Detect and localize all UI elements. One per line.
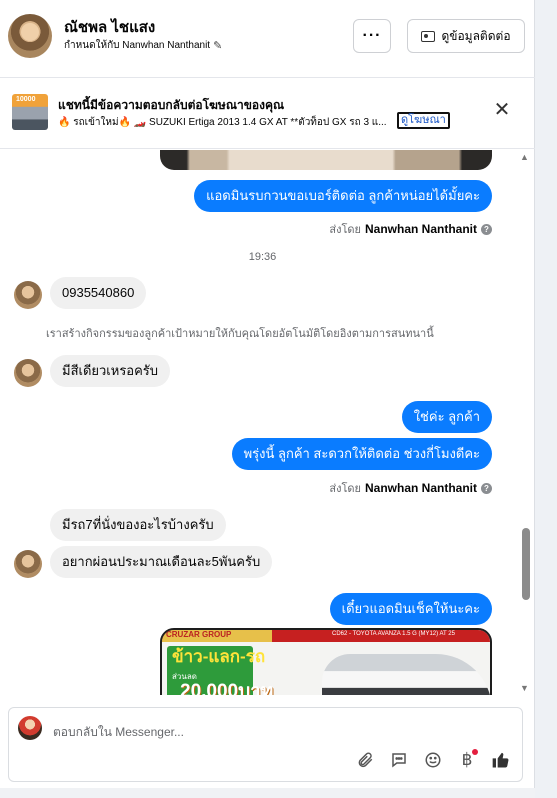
ad-banner-description: 🔥 รถเข้าใหม่🔥 🏎️ SUZUKI Ertiga 2013 1.4 … bbox=[58, 117, 387, 128]
assigned-label: กำหนดให้กับ Nanwhan Nanthanit bbox=[64, 40, 211, 51]
close-banner-icon[interactable]: ✕ bbox=[492, 100, 512, 120]
info-icon[interactable]: ? bbox=[481, 482, 492, 494]
scroll-down-arrow-icon[interactable]: ▼ bbox=[520, 683, 529, 693]
message-thread: แอดมินรบกวนขอเบอร์ติดต่อ ลูกค้าหน่อยได้ม… bbox=[0, 150, 535, 695]
message-bubble-outgoing[interactable]: เดี๋ยวแอดมินเช็คให้นะคะ bbox=[329, 593, 492, 625]
scrollbar-thumb[interactable] bbox=[522, 528, 530, 600]
ad-thumbnail[interactable]: 10000 bbox=[12, 94, 48, 130]
previous-image-message[interactable] bbox=[160, 150, 492, 170]
system-notice: เราสร้างกิจกรรมของลูกค้าเป้าหมายให้กับคุ… bbox=[46, 328, 434, 340]
more-options-button[interactable]: ··· bbox=[353, 19, 391, 53]
promo-price: 20,000บาท bbox=[180, 681, 274, 695]
ad-banner-title: แชทนี้มีข้อความตอบกลับต่อโฆษณาของคุณ bbox=[58, 98, 285, 112]
notification-dot bbox=[472, 749, 478, 755]
sent-by-label: ส่งโดย Nanwhan Nanthanit ? bbox=[329, 479, 492, 497]
promo-car-image bbox=[322, 654, 490, 695]
message-bubble-incoming[interactable]: มีสีเดียวเหรอครับ bbox=[50, 355, 171, 387]
emoji-icon[interactable] bbox=[422, 749, 444, 771]
contact-name[interactable]: ณัชพล ไชแสง bbox=[64, 15, 155, 39]
view-contact-label: ดูข้อมูลติดต่อ bbox=[441, 28, 511, 43]
contact-card-icon bbox=[421, 30, 436, 42]
contact-avatar[interactable] bbox=[8, 14, 52, 58]
chat-panel: ณัชพล ไชแสง กำหนดให้กับ Nanwhan Nanthani… bbox=[0, 0, 535, 798]
sent-by-name[interactable]: Nanwhan Nanthanit bbox=[365, 222, 477, 236]
promo-image-message[interactable]: CD62 - TOYOTA AVANZA 1.5 G (MY12) AT 25 … bbox=[160, 628, 492, 695]
message-bubble-incoming[interactable]: มีรถ7ที่นั่งของอะไรบ้างครับ bbox=[50, 509, 226, 541]
right-side-panel-edge bbox=[535, 0, 557, 798]
message-bubble-incoming[interactable]: อยากผ่อนประมาณเดือนละ5พันครับ bbox=[50, 546, 273, 578]
baht-icon[interactable]: ฿ bbox=[456, 749, 478, 771]
contact-avatar-small[interactable] bbox=[14, 281, 42, 309]
message-bubble-incoming[interactable]: 0935540860 bbox=[50, 277, 147, 309]
promo-banner-text: CD62 - TOYOTA AVANZA 1.5 G (MY12) AT 25 bbox=[332, 631, 455, 637]
reply-input[interactable]: ตอบกลับใน Messenger... bbox=[53, 723, 184, 742]
assigned-to[interactable]: กำหนดให้กับ Nanwhan Nanthanit ✎ bbox=[64, 38, 222, 53]
more-dots-icon: ··· bbox=[362, 27, 382, 44]
contact-avatar-small[interactable] bbox=[14, 359, 42, 387]
sent-by-prefix: ส่งโดย bbox=[329, 483, 361, 495]
composer-toolbar: ฿ bbox=[354, 749, 512, 771]
ad-thumbnail-text: 10000 bbox=[16, 96, 36, 103]
view-ad-link[interactable]: ดูโฆษณา bbox=[397, 112, 450, 129]
message-bubble-outgoing[interactable]: ใช่ค่ะ ลูกค้า bbox=[401, 401, 492, 433]
info-icon[interactable]: ? bbox=[481, 223, 492, 235]
sent-by-prefix: ส่งโดย bbox=[329, 224, 361, 236]
view-contact-info-button[interactable]: ดูข้อมูลติดต่อ bbox=[407, 19, 525, 53]
paperclip-icon[interactable] bbox=[354, 749, 376, 771]
message-bubble-outgoing[interactable]: พรุ่งนี้ ลูกค้า สะดวกให้ติดต่อ ช่วงกี่โม… bbox=[231, 438, 492, 470]
page-avatar bbox=[18, 716, 42, 740]
scroll-up-arrow-icon[interactable]: ▲ bbox=[520, 152, 529, 162]
contact-avatar-small[interactable] bbox=[14, 550, 42, 578]
timestamp: 19:36 bbox=[248, 251, 277, 263]
message-bubble-outgoing[interactable]: แอดมินรบกวนขอเบอร์ติดต่อ ลูกค้าหน่อยได้ม… bbox=[194, 180, 492, 212]
sent-by-label: ส่งโดย Nanwhan Nanthanit ? bbox=[329, 220, 492, 238]
reply-composer[interactable]: ตอบกลับใน Messenger... ฿ bbox=[8, 707, 523, 782]
ad-reply-banner: 10000 แชทนี้มีข้อความตอบกลับต่อโฆษณาของค… bbox=[0, 79, 535, 149]
thumbs-up-icon[interactable] bbox=[490, 749, 512, 771]
sent-by-name[interactable]: Nanwhan Nanthanit bbox=[365, 481, 477, 495]
bottom-edge bbox=[0, 788, 535, 798]
chat-bubble-icon[interactable] bbox=[388, 749, 410, 771]
edit-pencil-icon[interactable]: ✎ bbox=[213, 39, 222, 52]
conversation-header: ณัชพล ไชแสง กำหนดให้กับ Nanwhan Nanthani… bbox=[0, 0, 535, 78]
promo-brand-tag: CRUZAR GROUP bbox=[162, 630, 272, 642]
promo-headline: ข้าว-แลก-รถ bbox=[172, 647, 266, 666]
